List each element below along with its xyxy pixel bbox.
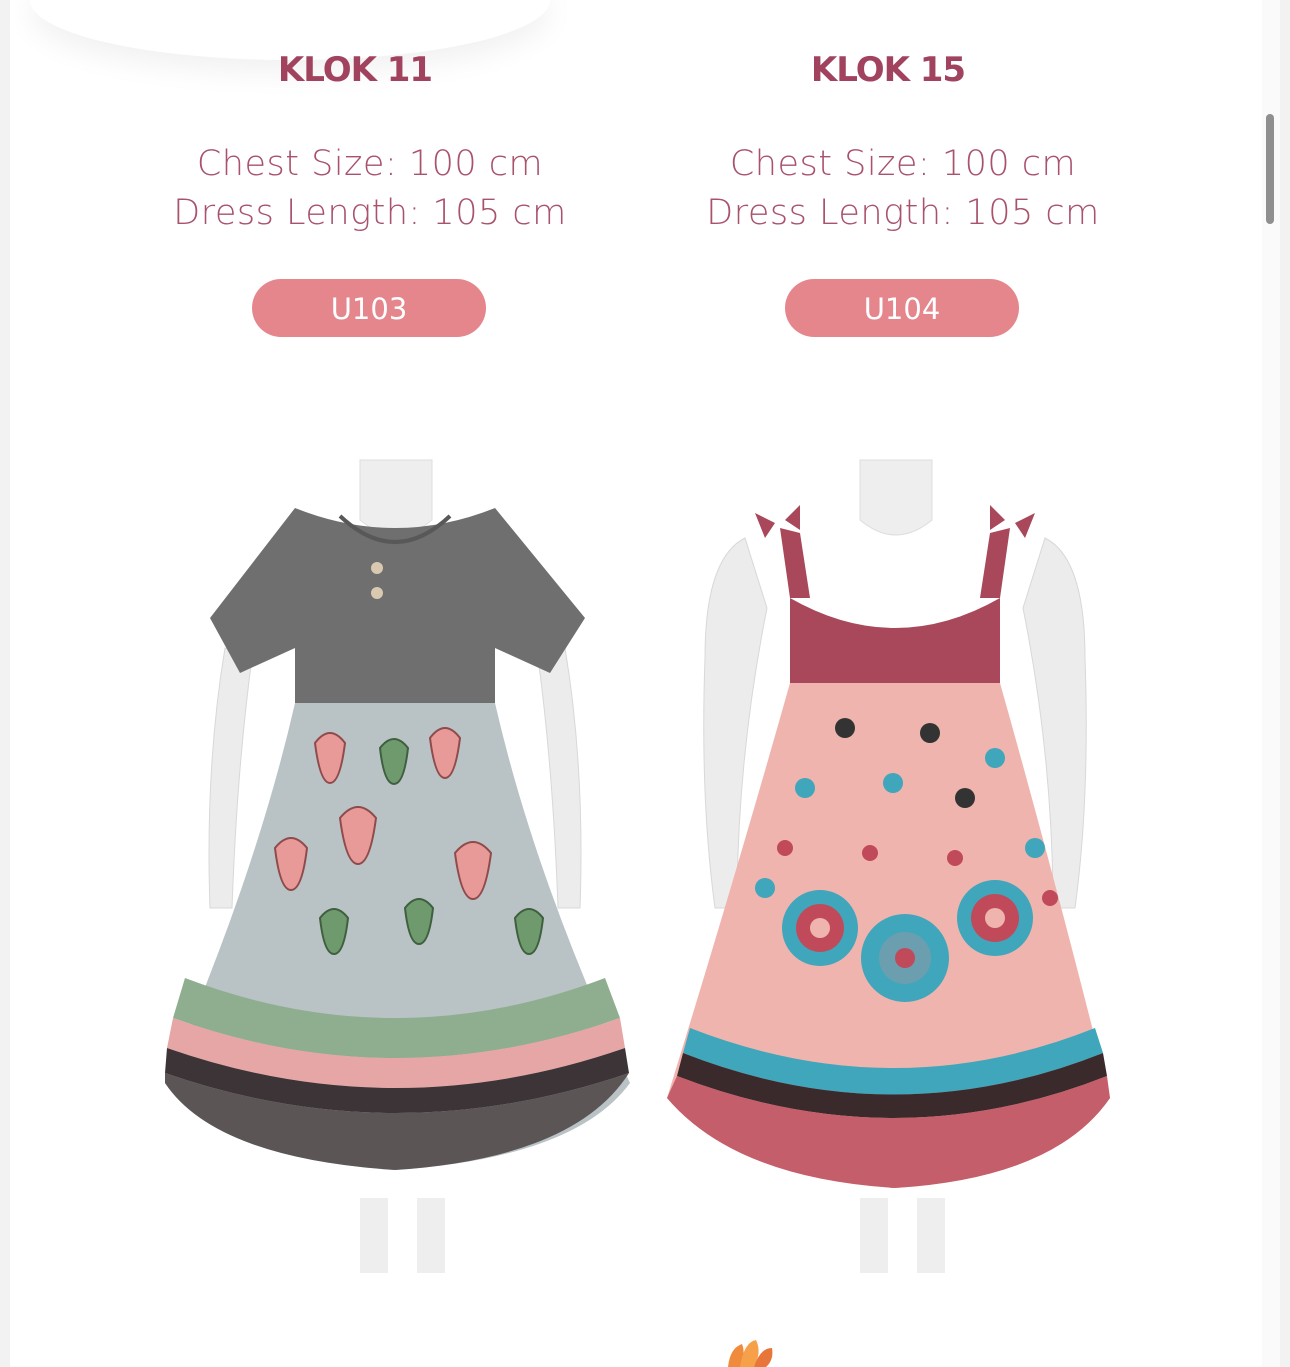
product-code-button[interactable]: U104: [785, 279, 1019, 337]
product-image-pink-dress[interactable]: [655, 458, 1135, 1273]
scrollbar-thumb[interactable]: [1266, 114, 1274, 224]
dress-illustration: [667, 459, 1110, 1273]
chest-size: Chest Size: 100 cm: [729, 144, 1077, 184]
flower-icon: [728, 1340, 773, 1367]
product-code-button[interactable]: U103: [252, 279, 486, 337]
dress-length: Dress Length: 105 cm: [173, 193, 567, 233]
product-page: KLOK 11 Chest Size: 100 cm Dress Length:…: [10, 0, 1280, 1367]
dress-length: Dress Length: 105 cm: [706, 193, 1100, 233]
product-specs: Chest Size: 100 cm Dress Length: 105 cm: [693, 140, 1113, 238]
scrollbar[interactable]: [1262, 0, 1280, 1367]
product-title: KLOK 15: [810, 50, 966, 90]
product-image-grey-dress[interactable]: [155, 458, 635, 1273]
product-specs: Chest Size: 100 cm Dress Length: 105 cm: [160, 140, 580, 238]
dress-illustration: [165, 459, 630, 1273]
product-title: KLOK 11: [277, 50, 433, 90]
chest-size: Chest Size: 100 cm: [196, 144, 544, 184]
